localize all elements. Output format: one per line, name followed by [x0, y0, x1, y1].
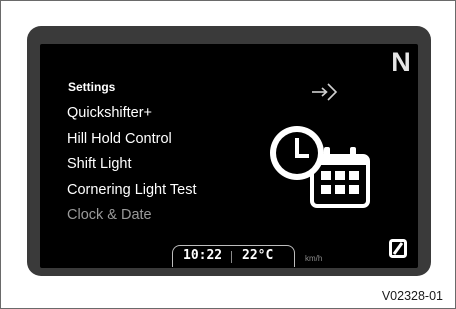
menu-item-hill-hold-control[interactable]: Hill Hold Control — [67, 129, 172, 149]
ride-mode-icon — [389, 239, 407, 258]
figure-caption: V02328-01 — [381, 289, 443, 303]
menu-item-quickshifter[interactable]: Quickshifter+ — [67, 103, 152, 123]
enter-arrow-icon — [312, 83, 338, 101]
menu-title: Settings — [68, 80, 116, 94]
menu-item-cornering-light-test[interactable]: Cornering Light Test — [67, 180, 197, 200]
status-divider — [231, 251, 232, 263]
clock-calendar-icon — [270, 126, 370, 208]
ambient-temperature: 22°C — [242, 248, 274, 263]
gear-indicator: N — [391, 47, 411, 77]
menu-item-shift-light[interactable]: Shift Light — [67, 154, 132, 174]
clock-time: 10:22 — [183, 248, 223, 263]
speed-unit: km/h — [305, 254, 323, 263]
menu-item-clock-date[interactable]: Clock & Date — [67, 205, 152, 225]
